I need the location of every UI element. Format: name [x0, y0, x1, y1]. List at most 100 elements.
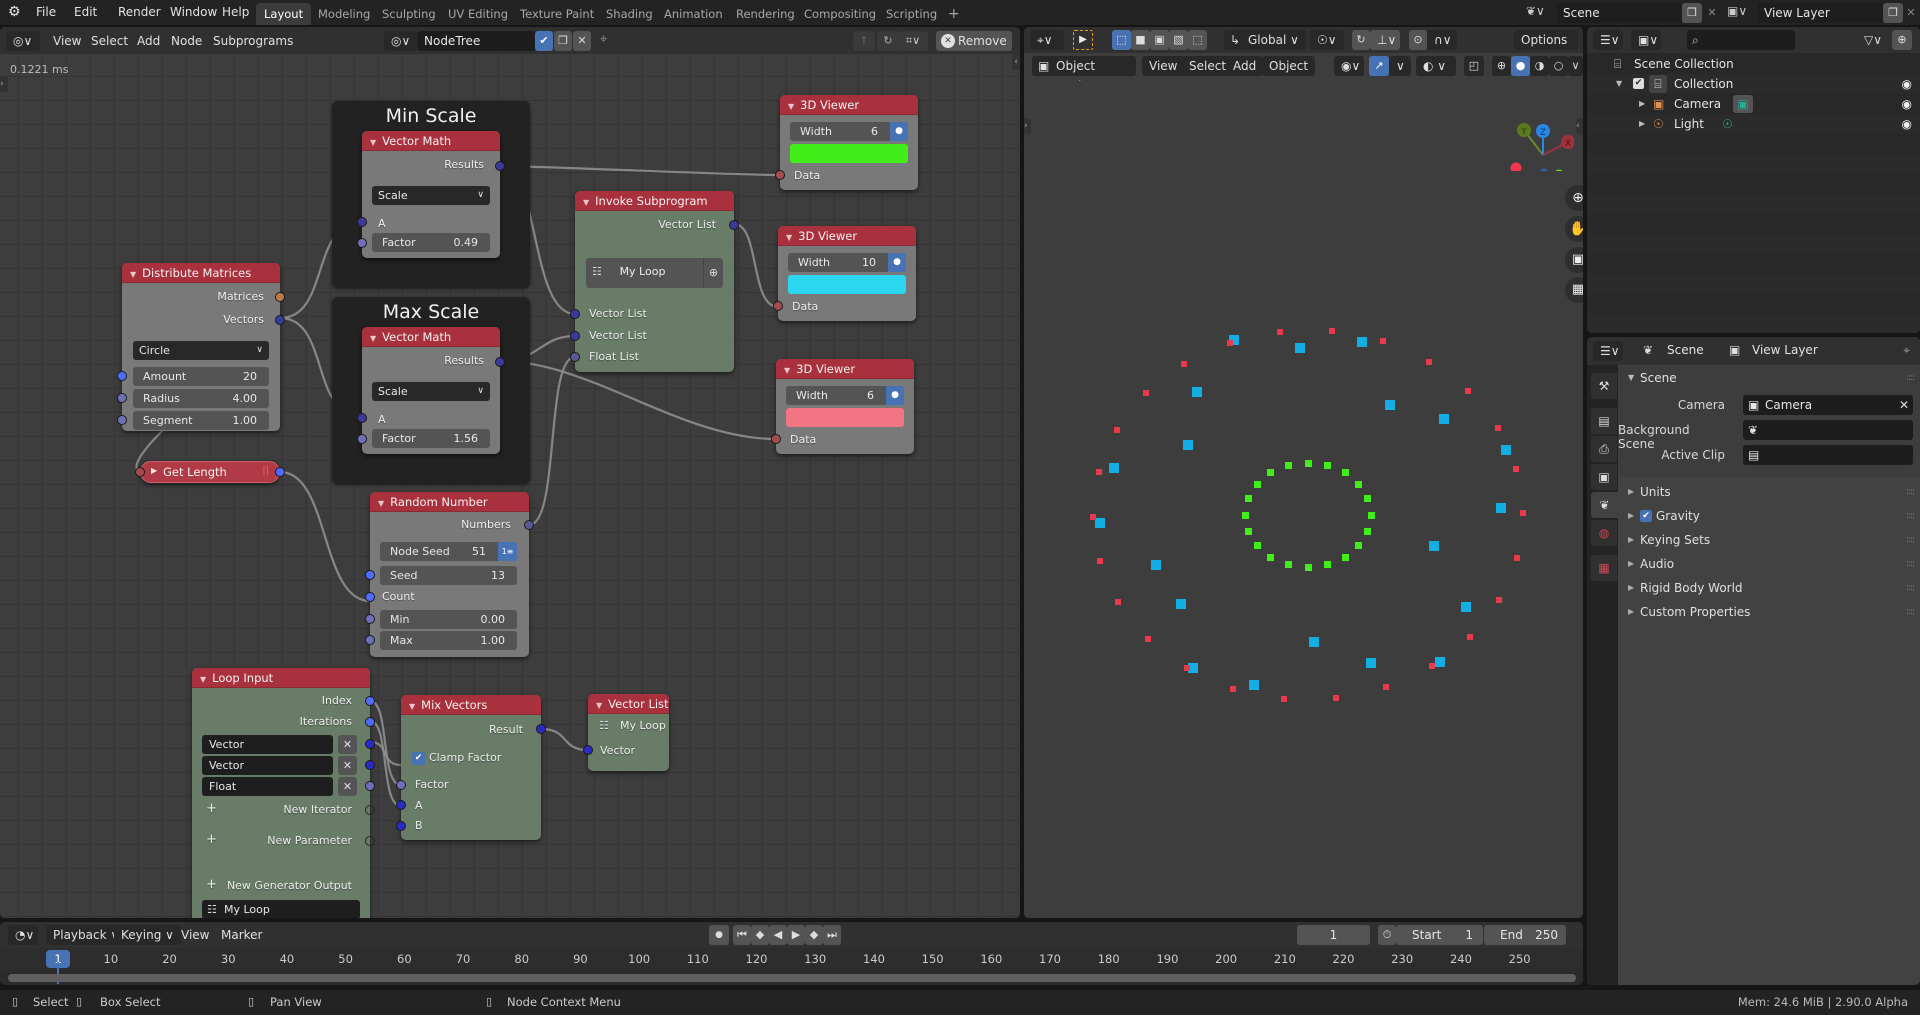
- socket-new-parameter[interactable]: [365, 836, 375, 846]
- factor-field[interactable]: Factor 0.49: [372, 233, 490, 252]
- menu-edit[interactable]: Edit: [68, 4, 103, 21]
- socket-results[interactable]: [495, 161, 505, 171]
- operation-dropdown[interactable]: Scale ∨: [372, 382, 490, 401]
- shading-options-icon[interactable]: ∨: [1568, 56, 1583, 76]
- outliner-row-camera[interactable]: ▶ ▣ Camera ▣ ◉: [1587, 94, 1920, 114]
- socket-factor[interactable]: [357, 434, 367, 444]
- workspace-tab-scripting[interactable]: Scripting: [878, 3, 945, 25]
- max-field[interactable]: Max 1.00: [380, 631, 517, 650]
- factor-field[interactable]: Factor 1.56: [372, 429, 490, 448]
- socket-param-3[interactable]: [365, 781, 375, 791]
- collapse-triangle-icon[interactable]: ▼: [788, 102, 794, 111]
- socket-min[interactable]: [365, 614, 375, 624]
- select-mode-intersect-icon[interactable]: ⬚: [1188, 30, 1207, 50]
- socket-iterations[interactable]: [365, 717, 375, 727]
- snap-element-icon[interactable]: ⌗∨: [898, 31, 928, 51]
- node-menu-select[interactable]: Select: [84, 31, 135, 51]
- options-dropdown[interactable]: Options ∨: [1514, 30, 1578, 67]
- navigation-gizmo[interactable]: Y Z X: [1494, 101, 1574, 171]
- socket-vectors[interactable]: [275, 315, 285, 325]
- node-distribute-matrices[interactable]: ▼ Distribute Matrices Matrices Vectors Ci…: [117, 263, 285, 431]
- zoom-view-icon[interactable]: ⊕: [1565, 185, 1583, 211]
- node-mix-vectors[interactable]: ▼ Mix Vectors Result ✔ Clamp Factor Facto…: [396, 695, 546, 840]
- proportional-edit-icon[interactable]: ⊙: [1409, 30, 1427, 50]
- gizmo-dropdown-icon[interactable]: ∨: [1389, 56, 1411, 76]
- toolbar-expand-icon[interactable]: ›: [1024, 118, 1031, 134]
- outliner-search-input[interactable]: ⌕: [1687, 30, 1795, 50]
- socket-data[interactable]: [771, 434, 781, 444]
- node-get-length[interactable]: ▶ Get Length ||: [135, 461, 285, 483]
- param-name-field-2[interactable]: Vector: [202, 756, 333, 775]
- node-header[interactable]: ▼ 3D Viewer: [780, 95, 918, 115]
- node-menu-subprograms[interactable]: Subprograms: [206, 31, 300, 51]
- view-layer-selector-icon[interactable]: ▣∨: [1727, 4, 1747, 18]
- overlays-icon[interactable]: ◐ ∨: [1416, 56, 1456, 76]
- scene-name-field[interactable]: Scene: [1557, 3, 1682, 23]
- expand-arrow-icon[interactable]: ▼: [1616, 74, 1622, 94]
- auto-keying-icon[interactable]: ●: [709, 925, 729, 945]
- collapse-triangle-icon[interactable]: ▼: [130, 270, 136, 279]
- collapse-triangle-icon[interactable]: ▼: [378, 499, 384, 508]
- scene-selector-icon[interactable]: ❦∨: [1526, 4, 1545, 18]
- tab-view-layer-icon[interactable]: ▣: [1591, 464, 1617, 490]
- jump-prev-keyframe-icon[interactable]: ◆: [751, 925, 769, 945]
- segment-field[interactable]: Segment 1.00: [133, 411, 269, 430]
- collapse-triangle-icon[interactable]: ▼: [200, 675, 206, 684]
- add-parameter-icon[interactable]: +: [206, 832, 217, 847]
- play-icon[interactable]: ▶: [787, 925, 805, 945]
- socket-index[interactable]: [365, 696, 375, 706]
- jump-next-keyframe-icon[interactable]: ◆: [805, 925, 823, 945]
- collection-checkbox[interactable]: ✔: [1633, 78, 1644, 89]
- sidebar-expand-icon[interactable]: ‹: [1012, 54, 1020, 70]
- pin-icon[interactable]: ⌖: [1903, 343, 1910, 358]
- node-tree-browse-icon[interactable]: ◎∨: [384, 31, 418, 51]
- pivot-point-icon[interactable]: ☉∨: [1310, 30, 1344, 50]
- remove-param-3-icon[interactable]: ✕: [338, 777, 357, 796]
- socket-vector-list-in-2[interactable]: [570, 331, 580, 341]
- node-header[interactable]: ▼ Invoke Subprogram: [575, 191, 734, 211]
- pin-icon[interactable]: ⌖: [600, 32, 607, 47]
- color-swatch[interactable]: [788, 275, 906, 294]
- viewport-menu-object[interactable]: Object: [1262, 56, 1316, 76]
- distribution-mode-dropdown[interactable]: Circle ∨: [133, 341, 269, 360]
- node-random-number[interactable]: ▼ Random Number Numbers Node Seed 51 1≡ Se…: [365, 492, 534, 657]
- background-scene-field[interactable]: ❦: [1743, 420, 1913, 440]
- visibility-selectability-icon[interactable]: ◉∨: [1334, 56, 1364, 76]
- view-layer-name-field[interactable]: View Layer: [1758, 3, 1883, 23]
- node-header[interactable]: ▼ Vector List: [588, 694, 669, 714]
- gizmo-neg-x[interactable]: [1510, 162, 1522, 172]
- outliner-row-light[interactable]: ▶ ☉ Light ☉ ◉: [1587, 114, 1920, 134]
- panel-custom-properties[interactable]: ▶ Custom Properties::::: [1618, 600, 1920, 624]
- camera-data-icon[interactable]: ▣: [1733, 95, 1753, 113]
- socket-result[interactable]: [536, 724, 546, 734]
- node-menu-view[interactable]: View: [46, 31, 88, 51]
- editor-type-icon[interactable]: ☰∨: [1593, 341, 1623, 361]
- seed-field[interactable]: Seed 13: [380, 566, 517, 585]
- socket-vector[interactable]: [583, 745, 593, 755]
- drag-handle-icon[interactable]: ::::: [1906, 366, 1915, 390]
- xray-toggle-icon[interactable]: ◰: [1464, 56, 1484, 76]
- viewport-canvas[interactable]: Y Z X ⊕ ✋ ▣ ▦ › ‹: [1024, 81, 1583, 918]
- menu-window[interactable]: Window: [164, 4, 223, 21]
- select-mode-new-icon[interactable]: ⬚: [1112, 30, 1131, 50]
- editor-type-icon[interactable]: ⌖∨: [1030, 30, 1064, 50]
- operation-dropdown[interactable]: Scale ∨: [372, 186, 490, 205]
- panel-audio[interactable]: ▶ Audio::::: [1618, 552, 1920, 576]
- panel-scene-header[interactable]: ▼ Scene ::::: [1618, 366, 1920, 390]
- snap-icon[interactable]: ↻: [877, 31, 899, 51]
- socket-a[interactable]: [357, 413, 367, 423]
- add-generator-icon[interactable]: +: [206, 877, 217, 892]
- width-field[interactable]: Width 6: [786, 386, 886, 405]
- socket-new-iterator[interactable]: [365, 805, 375, 815]
- timeline-menu-view[interactable]: View: [174, 925, 216, 945]
- node-header[interactable]: ▼ 3D Viewer: [778, 226, 916, 246]
- editor-type-icon[interactable]: ☰∨: [1593, 30, 1623, 50]
- node-seed-field[interactable]: Node Seed 51: [380, 542, 498, 561]
- workspace-tab-modeling[interactable]: Modeling: [310, 3, 378, 25]
- expand-triangle-icon[interactable]: ▶: [151, 466, 157, 475]
- snap-toggle-icon[interactable]: ↻: [1352, 30, 1370, 50]
- socket-seed[interactable]: [365, 570, 375, 580]
- collapse-triangle-icon[interactable]: ▼: [786, 233, 792, 242]
- viewport-menu-view[interactable]: View: [1142, 56, 1185, 76]
- socket-segment[interactable]: [117, 415, 127, 425]
